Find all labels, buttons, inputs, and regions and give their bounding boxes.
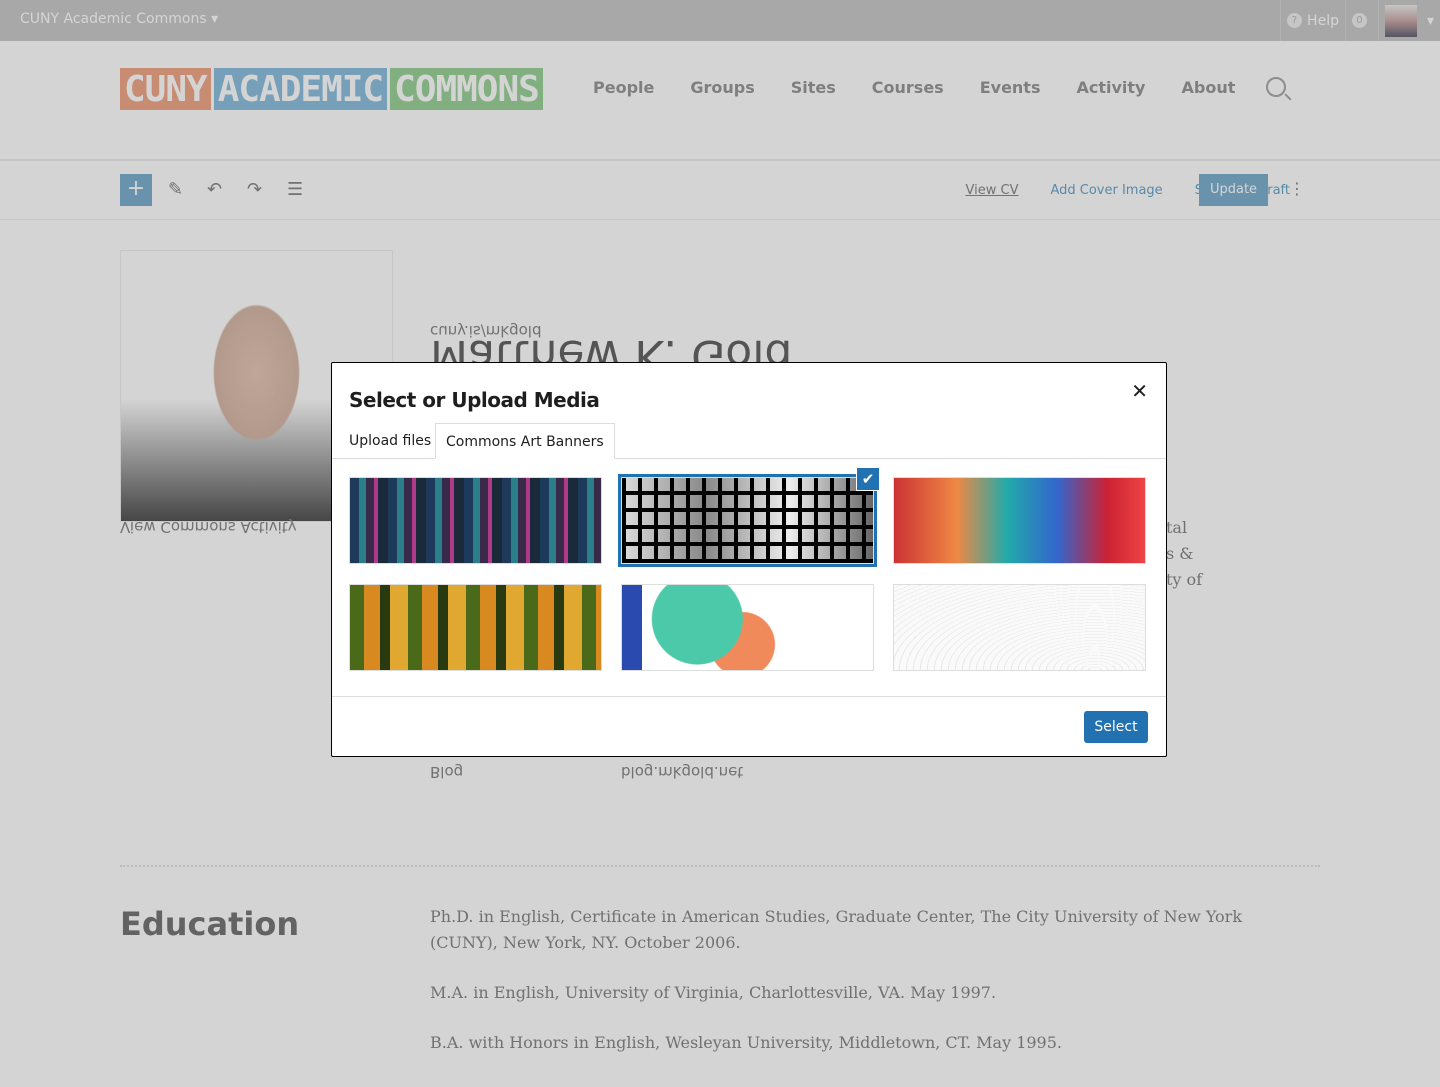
media-thumb[interactable] bbox=[893, 584, 1146, 671]
media-grid: ✔ bbox=[349, 467, 1146, 671]
media-thumb-selected[interactable]: ✔ bbox=[618, 467, 880, 567]
checkmark-icon[interactable]: ✔ bbox=[856, 467, 880, 491]
modal-tabs: Upload files Commons Art Banners bbox=[332, 423, 1166, 459]
tab-commons-art-banners[interactable]: Commons Art Banners bbox=[435, 423, 615, 459]
close-icon[interactable]: ✕ bbox=[1131, 379, 1148, 403]
media-thumb[interactable] bbox=[349, 477, 602, 564]
media-thumb[interactable] bbox=[349, 584, 602, 671]
tab-upload-files[interactable]: Upload files bbox=[349, 423, 431, 459]
media-thumb[interactable] bbox=[893, 477, 1146, 564]
modal-footer bbox=[332, 696, 1166, 697]
media-modal: Select or Upload Media ✕ Upload files Co… bbox=[331, 362, 1167, 757]
media-thumb[interactable] bbox=[621, 584, 874, 671]
select-button[interactable]: Select bbox=[1084, 711, 1148, 743]
modal-title: Select or Upload Media bbox=[349, 388, 600, 412]
